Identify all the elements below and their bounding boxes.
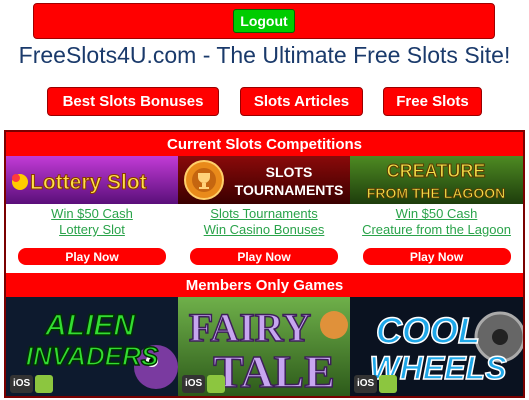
lottery-slot-link[interactable]: Lottery Slot	[6, 222, 178, 238]
site-title: FreeSlots4U.com - The Ultimate Free Slot…	[18, 42, 511, 68]
logout-button[interactable]: Logout	[233, 9, 295, 33]
competition-slots-tournaments: SLOTS TOURNAMENTS Slots Tournaments Win …	[178, 156, 350, 271]
lottery-slot-banner[interactable]: Lottery Slot	[6, 156, 178, 204]
play-now-button[interactable]: Play Now	[190, 248, 338, 265]
cool-wheels-line1: COOL	[376, 310, 480, 351]
alien-invaders-line1: ALIEN	[44, 309, 136, 342]
fairy-tale-line2: TALE	[213, 346, 335, 396]
top-bar: Logout	[33, 3, 495, 39]
win-casino-bonuses-link[interactable]: Win Casino Bonuses	[178, 222, 350, 238]
creature-banner-line1: CREATURE	[387, 161, 486, 181]
nav-slots-articles-button[interactable]: Slots Articles	[240, 87, 363, 116]
slots-tournaments-banner[interactable]: SLOTS TOURNAMENTS	[178, 156, 350, 204]
nav-best-slots-bonuses-button[interactable]: Best Slots Bonuses	[47, 87, 219, 116]
game-cool-wheels[interactable]: COOL WHEELS iOS	[350, 297, 523, 396]
fairy-tale-line1: FAIRY	[189, 305, 311, 350]
members-only-heading: Members Only Games	[6, 273, 523, 297]
play-now-button[interactable]: Play Now	[18, 248, 166, 265]
competition-lottery-slot: Lottery Slot Win $50 Cash Lottery Slot P…	[6, 156, 178, 271]
platform-badges: iOS	[182, 375, 226, 393]
nav-free-slots-button[interactable]: Free Slots	[383, 87, 482, 116]
lottery-slot-banner-text: Lottery Slot	[30, 171, 147, 194]
content-panel: Current Slots Competitions Lottery Slot …	[4, 130, 525, 398]
creature-banner-line2: FROM THE LAGOON	[367, 185, 505, 201]
competitions-heading: Current Slots Competitions	[6, 132, 523, 156]
android-icon	[379, 375, 398, 393]
play-now-button[interactable]: Play Now	[362, 248, 511, 265]
gingerbread-icon	[320, 311, 348, 339]
platform-badges: iOS	[354, 375, 398, 393]
android-icon	[207, 375, 226, 393]
win-50-cash-link[interactable]: Win $50 Cash	[350, 206, 523, 222]
ios-badge: iOS	[182, 375, 206, 393]
win-50-cash-link[interactable]: Win $50 Cash	[6, 206, 178, 222]
tournaments-banner-line2: TOURNAMENTS	[235, 182, 344, 198]
ios-badge: iOS	[354, 375, 378, 393]
competition-creature-from-the-lagoon: CREATURE FROM THE LAGOON Win $50 Cash Cr…	[350, 156, 523, 271]
creature-from-the-lagoon-link[interactable]: Creature from the Lagoon	[350, 222, 523, 238]
tournaments-banner-line1: SLOTS	[266, 164, 313, 180]
ios-badge: iOS	[10, 375, 34, 393]
creature-lagoon-banner[interactable]: CREATURE FROM THE LAGOON	[350, 156, 523, 204]
platform-badges: iOS	[10, 375, 54, 393]
slots-tournaments-link[interactable]: Slots Tournaments	[178, 206, 350, 222]
android-icon	[35, 375, 54, 393]
game-alien-invaders[interactable]: ALIEN INVADERS iOS	[6, 297, 178, 396]
game-fairy-tale[interactable]: FAIRY TALE iOS	[178, 297, 350, 396]
alien-invaders-line2: INVADERS	[26, 341, 159, 371]
